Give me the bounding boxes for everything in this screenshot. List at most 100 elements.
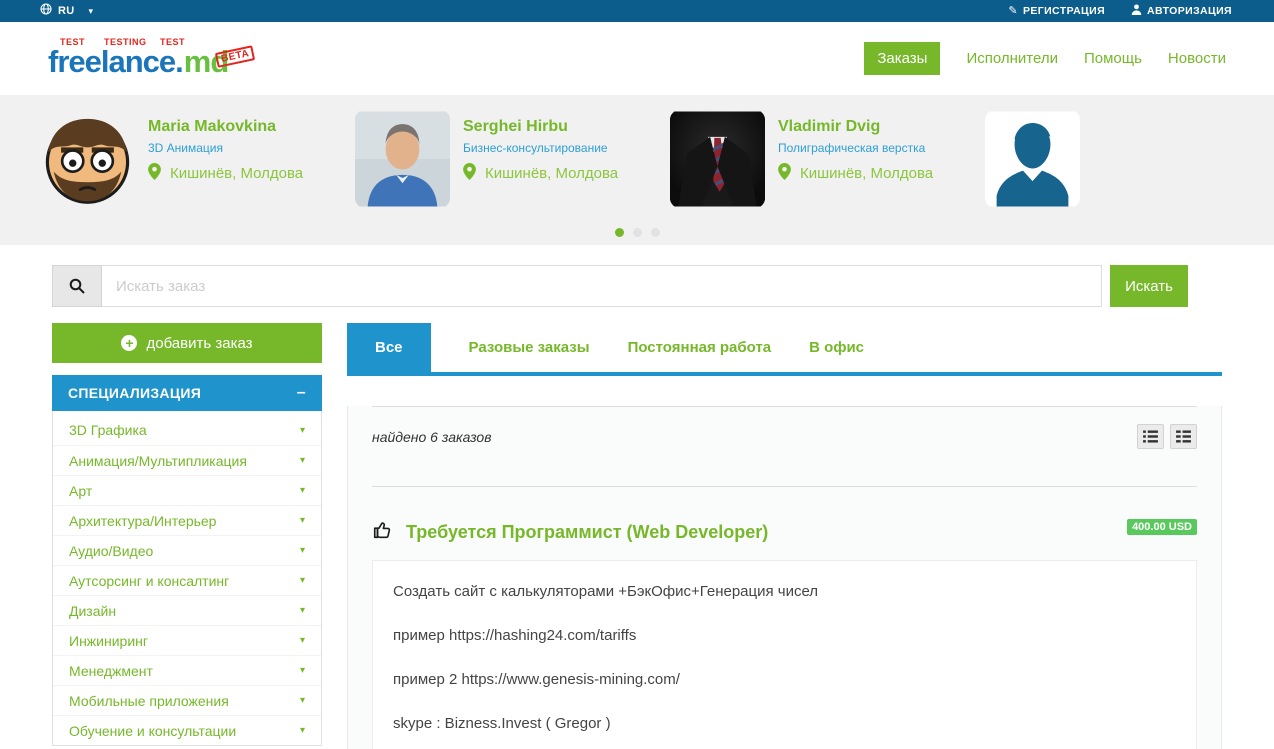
caret-down-icon: ▾ [300, 515, 305, 526]
main-nav: Заказы Исполнители Помощь Новости [864, 42, 1226, 75]
search-icon [52, 265, 102, 307]
nav-freelancers[interactable]: Исполнители [966, 50, 1058, 67]
carousel-dots [0, 228, 1274, 237]
test-stamp: TEST [60, 37, 85, 47]
nav-orders[interactable]: Заказы [864, 42, 940, 75]
suit-avatar [670, 110, 765, 208]
caret-down-icon: ▾ [300, 545, 305, 556]
tab-in-office[interactable]: В офис [809, 323, 864, 372]
sidebar-item-label: Аудио/Видео [69, 543, 153, 559]
sidebar-item-menedzhment[interactable]: Менеджмент▾ [53, 655, 321, 685]
carousel-dot[interactable] [651, 228, 660, 237]
sidebar-item-label: Анимация/Мультипликация [69, 453, 247, 469]
job-description-line: пример https://hashing24.com/tariffs [393, 627, 1176, 644]
photo-avatar [355, 110, 450, 208]
caret-down-icon: ▾ [300, 425, 305, 436]
caret-down-icon: ▾ [300, 695, 305, 706]
freelancer-card[interactable] [985, 110, 1080, 208]
job-description-line: Создать сайт с калькуляторами +БэкОфис+Г… [393, 583, 1176, 600]
header: freelance.md TEST TESTING TEST BETA Зака… [0, 22, 1274, 95]
freelancer-specialty: 3D Анимация [148, 141, 303, 155]
price-badge: 400.00 USD [1127, 519, 1197, 535]
tab-all[interactable]: Все [347, 323, 431, 372]
sidebar-item-audio-video[interactable]: Аудио/Видео ▾ [53, 535, 321, 565]
location-pin-icon [148, 163, 161, 184]
freelancer-location: Кишинёв, Молдова [485, 165, 618, 182]
freelancer-specialty: Полиграфическая верстка [778, 141, 933, 155]
thumbs-up-icon [372, 519, 394, 546]
freelancer-carousel: Maria Makovkina 3D Анимация Кишинёв, Мол… [0, 95, 1274, 245]
location-pin-icon [463, 163, 476, 184]
sidebar-item-inzhiniring[interactable]: Инжиниринг ▾ [53, 625, 321, 655]
sidebar-item-obuchenie[interactable]: Обучение и консультации ▾ [53, 715, 321, 745]
grid-view-icon [1176, 430, 1191, 443]
caret-down-icon: ▾ [300, 575, 305, 586]
person-icon [1131, 4, 1142, 18]
language-selector[interactable]: RU ▾ [40, 2, 93, 20]
results-count: найдено 6 заказов [372, 429, 492, 445]
add-order-button[interactable]: + добавить заказ [52, 323, 322, 363]
sidebar-item-label: Обучение и консультации [69, 723, 236, 739]
search-button[interactable]: Искать [1110, 265, 1188, 307]
authorization-label: АВТОРИЗАЦИЯ [1147, 5, 1232, 17]
sidebar-item-label: Мобильные приложения [69, 693, 229, 709]
tab-one-time-orders[interactable]: Разовые заказы [469, 323, 590, 372]
specialization-header[interactable]: СПЕЦИАЛИЗАЦИЯ – [52, 375, 322, 411]
job-title-link[interactable]: Требуется Программист (Web Developer) [372, 519, 1127, 546]
freelancer-card[interactable]: Serghei Hirbu Бизнес-консультирование Ки… [355, 110, 618, 208]
list-view-icon [1143, 430, 1158, 443]
sidebar-item-mobilnye[interactable]: Мобильные приложения ▾ [53, 685, 321, 715]
orders-panel: найдено 6 заказов [347, 406, 1222, 749]
carousel-dot[interactable] [615, 228, 624, 237]
caret-down-icon: ▾ [300, 605, 305, 616]
divider [372, 486, 1197, 487]
sidebar-item-autsorsing[interactable]: Аутсорсинг и консалтинг▾ [53, 565, 321, 595]
caret-down-icon: ▾ [300, 725, 305, 736]
freelancer-specialty: Бизнес-консультирование [463, 141, 618, 155]
sidebar-item-animacia[interactable]: Анимация/Мультипликация ▾ [53, 445, 321, 475]
grid-view-button[interactable] [1170, 424, 1197, 449]
testing-stamp: TESTING [104, 37, 147, 47]
logo-dot: . [175, 44, 184, 80]
registration-label: РЕГИСТРАЦИЯ [1023, 5, 1105, 17]
caret-down-icon: ▾ [300, 455, 305, 466]
sidebar-item-art[interactable]: Арт▾ [53, 475, 321, 505]
caret-down-icon: ▾ [300, 485, 305, 496]
caret-down-icon: ▾ [300, 665, 305, 676]
cartoon-face-avatar [40, 110, 135, 208]
main-content: Все Разовые заказы Постоянная работа В о… [347, 323, 1222, 749]
globe-icon [40, 2, 52, 20]
freelancer-name: Vladimir Dvig [778, 118, 933, 136]
freelancer-card[interactable]: Maria Makovkina 3D Анимация Кишинёв, Мол… [40, 110, 303, 208]
sidebar-item-dizain[interactable]: Дизайн ▾ [53, 595, 321, 625]
nav-news[interactable]: Новости [1168, 50, 1226, 67]
divider [372, 406, 1197, 407]
search-input[interactable] [102, 265, 1102, 307]
registration-link[interactable]: ✎ РЕГИСТРАЦИЯ [1008, 5, 1105, 17]
sidebar: + добавить заказ СПЕЦИАЛИЗАЦИЯ – 3D Граф… [52, 323, 322, 746]
tab-permanent-work[interactable]: Постоянная работа [628, 323, 772, 372]
carousel-dot[interactable] [633, 228, 642, 237]
authorization-link[interactable]: АВТОРИЗАЦИЯ [1131, 4, 1232, 18]
sidebar-item-label: Инжиниринг [69, 633, 148, 649]
list-view-button[interactable] [1137, 424, 1164, 449]
caret-down-icon: ▾ [300, 635, 305, 646]
search-bar: Искать [52, 265, 1188, 307]
sidebar-item-label: Дизайн [69, 603, 116, 619]
site-logo[interactable]: freelance.md TEST TESTING TEST BETA [48, 44, 228, 80]
job-listing-header: Требуется Программист (Web Developer) 40… [372, 519, 1197, 546]
sidebar-item-arhitektura[interactable]: Архитектура/Интерьер ▾ [53, 505, 321, 535]
freelancer-name: Serghei Hirbu [463, 118, 618, 136]
sidebar-item-label: Архитектура/Интерьер [69, 513, 216, 529]
job-description-line: skype : Bizness.Invest ( Gregor ) [393, 715, 1176, 732]
add-order-label: добавить заказ [146, 335, 252, 352]
freelancer-location: Кишинёв, Молдова [170, 165, 303, 182]
freelancer-card[interactable]: Vladimir Dvig Полиграфическая верстка Ки… [670, 110, 933, 208]
nav-help[interactable]: Помощь [1084, 50, 1142, 67]
logo-text: freelance [48, 44, 175, 80]
sidebar-item-3d-grafika[interactable]: 3D Графика▾ [53, 415, 321, 445]
test-stamp: TEST [160, 37, 185, 47]
collapse-minus-icon: – [297, 384, 306, 402]
caret-down-icon: ▾ [89, 7, 94, 16]
job-description-line: пример 2 https://www.genesis-mining.com/ [393, 671, 1176, 688]
